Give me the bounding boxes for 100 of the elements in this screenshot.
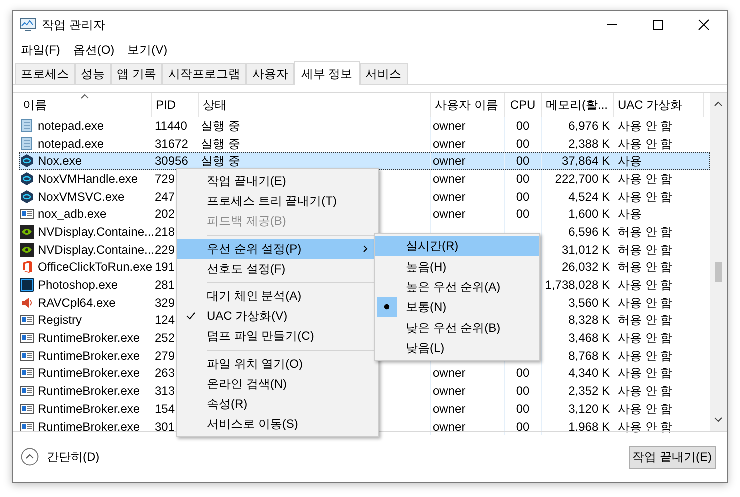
menu-item[interactable]: 높은 우선 순위(A) [375,276,539,298]
tab[interactable]: 성능 [75,63,111,84]
hexagon-icon [20,154,34,168]
table-cell-text: 허용 안 함 [617,259,673,276]
window-title: 작업 관리자 [42,17,106,34]
menu-item[interactable]: 보통(N) [375,297,539,318]
menu-item[interactable]: 덤프 파일 만들기(C) [177,326,378,346]
menu-item[interactable]: 높음(H) [375,256,539,277]
menu-item[interactable]: 파일(F) [21,40,60,58]
table-cell-text: NoxVMHandle.exe [37,170,138,188]
scrollbar[interactable] [710,93,727,431]
table-cell-text: 사용 안 함 [617,118,673,135]
table-cell-text: 사용 안 함 [617,188,673,206]
table-cell-text: owner [432,188,466,206]
menu-item[interactable]: 작업 끝내기(E) [177,171,378,192]
chevron-down-icon[interactable] [714,417,723,423]
table-cell-text: 202 [154,206,176,224]
table-cell-text: 222,700 K [555,170,611,188]
monitor-icon [20,18,36,32]
table-cell-text: RuntimeBroker.exe [37,330,140,348]
menu-item[interactable]: UAC 가상화(V) [177,306,378,326]
table-cell-text: 31672 [154,136,188,153]
window-icon [20,402,34,416]
table-cell-text: owner [432,418,466,436]
table-cell-text: 8,768 K [568,348,611,365]
table-cell-text: RuntimeBroker.exe [37,400,140,418]
menu-item[interactable]: 실시간(R) [375,236,539,256]
table-cell-text: 00 [516,153,530,170]
menu-item[interactable]: 옵션(O) [73,40,115,58]
tab[interactable]: 프로세스 [15,63,75,84]
tab[interactable]: 시작프로그램 [162,63,246,84]
table-cell-text: owner [432,383,466,400]
table-cell-text: NoxVMSVC.exe [37,188,125,206]
table-cell-text: 00 [516,188,530,206]
table-cell-text: 281 [154,277,176,294]
table-cell-text: Registry [37,312,82,330]
table-cell-text: Photoshop.exe [37,277,118,294]
table-cell-text: NVDisplay.Containe... [37,242,154,259]
table-cell-text: 2,388 K [568,136,611,153]
table-cell-text: 1,600 K [568,206,611,224]
chevron-up-circle-icon[interactable] [21,448,39,466]
column-header[interactable]: PID [152,93,199,117]
table-cell-text: 37,864 K [562,153,611,170]
table-cell-text: RuntimeBroker.exe [37,383,140,400]
chevron-up-icon[interactable] [714,101,723,107]
table-cell-text: 00 [516,383,530,400]
menu-item[interactable]: 보기(V) [128,40,168,58]
table-cell-text: 8,328 K [568,312,611,330]
table-cell-text: RuntimeBroker.exe [37,418,140,436]
table-row[interactable]: notepad.exe 11440 실행 중 owner 00 6,976 K 사용 안 함 [19,117,710,135]
tab[interactable]: 앱 기록 [111,63,162,84]
tab[interactable]: 사용자 [246,63,294,84]
menu-item[interactable]: 속성(R) [177,394,378,414]
table-cell-text: 313 [154,383,176,400]
table-cell-text: 사용 안 함 [617,170,673,188]
table-cell-text: 252 [154,330,176,348]
hexagon-icon [20,190,34,204]
column-header[interactable]: 이름 [19,93,152,117]
menu-item[interactable]: 대기 체인 분석(A) [177,286,378,306]
menu-item[interactable]: 파일 위치 열기(O) [177,354,378,374]
window-icon [20,207,34,222]
column-header[interactable]: CPU [505,93,542,117]
column-header[interactable]: 상태 [199,93,431,117]
collapse-link[interactable]: 간단히(D) [47,448,100,466]
table-cell-text: 263 [154,365,176,382]
table-cell-text: 1,968 K [568,418,611,436]
tab[interactable]: 서비스 [360,63,408,84]
tab[interactable]: 세부 정보 [294,61,360,85]
menu-item[interactable]: 낮은 우선 순위(B) [375,318,539,338]
menu-item[interactable]: 선호도 설정(F) [177,258,378,279]
menu-item[interactable]: 프로세스 트리 끝내기(T) [177,191,378,212]
column-header[interactable]: 메모리(활... [542,93,614,117]
menu-item[interactable]: 온라인 검색(N) [177,374,378,394]
table-cell-text: 실행 중 [200,153,240,170]
table-cell-text: 사용 안 함 [617,136,673,153]
scrollbar-thumb[interactable] [715,262,722,282]
table-row[interactable]: Nox.exe 30956 실행 중 owner 00 37,864 K 사용 [19,152,710,170]
table-cell-text: 31,012 K [562,242,611,259]
chevron-right-icon [363,244,368,253]
table-cell-text: 사용 [617,153,642,170]
table-cell-text: owner [432,365,466,382]
table-cell-text: 26,032 K [562,259,611,276]
column-header[interactable]: UAC 가상화 [614,93,704,117]
table-cell-text: 229 [154,242,176,259]
notepad-icon [20,118,34,133]
menu-item[interactable]: 낮음(L) [375,338,539,358]
end-task-button[interactable]: 작업 끝내기(E) [628,446,716,468]
table-cell-text: 3,468 K [568,330,611,348]
column-header[interactable]: 사용자 이름 [431,93,505,117]
window-icon [20,384,34,398]
notepad-icon [20,136,34,151]
table-cell-text: 11440 [154,118,188,135]
menu-item[interactable]: 서비스로 이동(S) [177,414,378,434]
table-cell-text: 00 [516,206,530,224]
table-cell-text: 사용 [617,206,642,224]
table-cell-text: RuntimeBroker.exe [37,348,140,365]
table-cell-text: 329 [154,294,176,312]
table-cell-text: 2,352 K [568,383,611,400]
table-cell-text: 301 [154,418,176,436]
table-cell-text: 사용 안 함 [617,330,673,348]
